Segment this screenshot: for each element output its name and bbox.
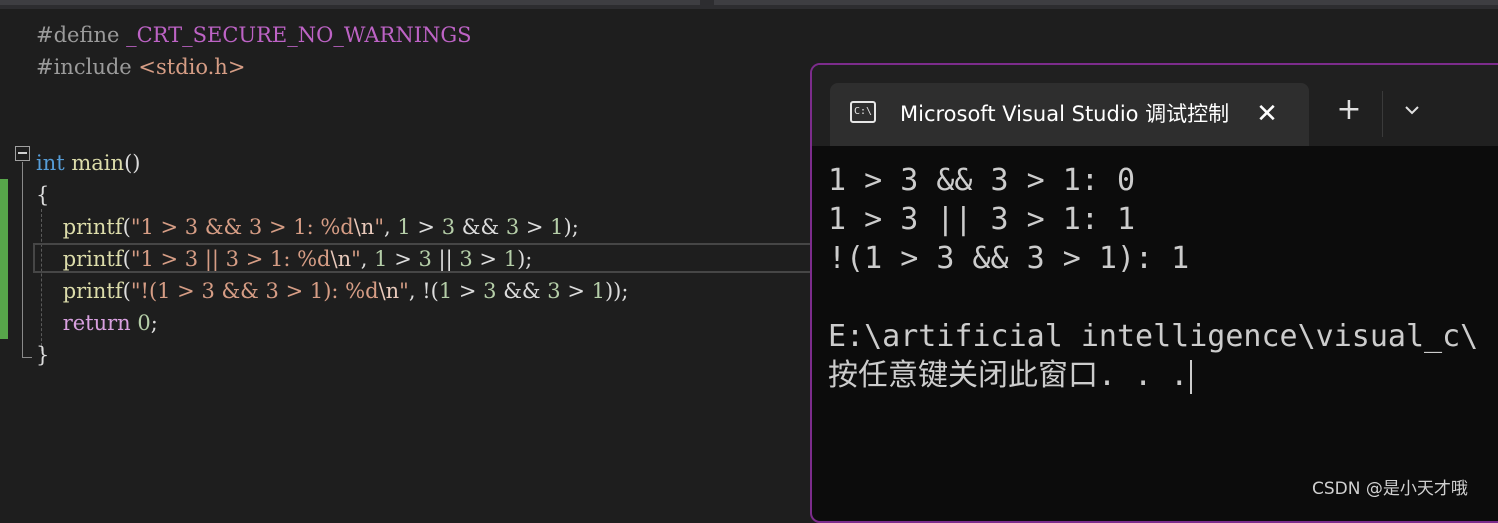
code-token: 0 bbox=[137, 311, 151, 335]
change-indicator-bar bbox=[0, 179, 8, 339]
code-token: && bbox=[455, 215, 506, 239]
console-tab-title: Microsoft Visual Studio 调试控制台 bbox=[900, 102, 1230, 126]
new-tab-button[interactable]: + bbox=[1334, 95, 1364, 125]
code-token: () bbox=[124, 151, 141, 175]
terminal-icon: C:\ bbox=[850, 101, 876, 123]
console-path-line: E:\artificial intelligence\visual_c\ bbox=[828, 319, 1479, 354]
code-token: || bbox=[431, 247, 460, 271]
chevron-down-icon[interactable] bbox=[1402, 100, 1422, 120]
code-token: ( bbox=[122, 215, 131, 239]
console-titlebar: C:\ Microsoft Visual Studio 调试控制台 ✕ + bbox=[812, 65, 1498, 146]
console-output-line: 1 > 3 && 3 > 1: 0 bbox=[828, 163, 1136, 198]
code-line: printf("!(1 > 3 && 3 > 1): %d\n", !(1 > … bbox=[36, 275, 629, 307]
code-token: #include bbox=[36, 55, 139, 79]
code-token: 3 bbox=[441, 215, 456, 239]
code-token: ( bbox=[122, 279, 131, 303]
code-token: printf bbox=[62, 279, 123, 303]
code-editor[interactable]: #define _CRT_SECURE_NO_WARNINGS #include … bbox=[0, 9, 813, 507]
code-token: ); bbox=[517, 247, 533, 271]
top-tab-strip bbox=[0, 0, 1498, 9]
code-token: printf bbox=[62, 247, 123, 271]
code-token: int bbox=[36, 151, 65, 175]
code-token: } bbox=[36, 343, 50, 367]
code-token: "!(1 > 3 && 3 > 1): %d bbox=[130, 279, 379, 303]
code-token: "1 > 3 || 3 > 1: %d bbox=[130, 247, 331, 271]
console-prompt-line: 按任意键关闭此窗口. . . bbox=[828, 357, 1193, 395]
code-token: 1 bbox=[550, 215, 564, 239]
console-prompt-text: 按任意键关闭此窗口. . . bbox=[828, 358, 1189, 393]
collapse-toggle-icon[interactable] bbox=[15, 146, 30, 161]
code-line: #define _CRT_SECURE_NO_WARNINGS bbox=[36, 19, 472, 51]
code-token: ( bbox=[122, 247, 131, 271]
code-line: return 0; bbox=[36, 307, 158, 339]
code-token: 3 bbox=[505, 215, 520, 239]
code-token: 1 bbox=[591, 279, 605, 303]
close-icon[interactable]: ✕ bbox=[1253, 100, 1281, 128]
code-line: printf("1 > 3 && 3 > 1: %d\n", 1 > 3 && … bbox=[36, 211, 579, 243]
code-token: <stdio.h> bbox=[138, 55, 246, 79]
watermark: CSDN @是小天才哦 bbox=[1312, 479, 1468, 499]
code-token: _CRT_SECURE_NO_WARNINGS bbox=[126, 23, 472, 47]
code-token: 1 bbox=[374, 247, 388, 271]
code-line: { bbox=[36, 179, 49, 211]
editor-tab-strip bbox=[0, 0, 700, 5]
console-window[interactable]: C:\ Microsoft Visual Studio 调试控制台 ✕ + 1 … bbox=[810, 63, 1498, 523]
code-line: #include <stdio.h> bbox=[36, 51, 245, 83]
code-token: , !( bbox=[408, 279, 439, 303]
secondary-tab-strip bbox=[714, 0, 1498, 5]
code-token: ; bbox=[150, 311, 158, 335]
console-output-line: 1 > 3 || 3 > 1: 1 bbox=[828, 202, 1136, 237]
code-token: > bbox=[387, 247, 419, 271]
code-token: 1 bbox=[503, 247, 518, 271]
code-token: 3 bbox=[547, 279, 561, 303]
code-token: > bbox=[410, 215, 442, 239]
code-token: > bbox=[472, 247, 504, 271]
text-cursor bbox=[1190, 359, 1193, 394]
code-token: 3 bbox=[418, 247, 432, 271]
code-token: 1 bbox=[438, 279, 453, 303]
fold-guide-end bbox=[22, 357, 32, 358]
code-token: main bbox=[71, 151, 125, 175]
code-token: printf bbox=[62, 215, 123, 239]
code-token: "1 > 3 && 3 > 1: %d bbox=[130, 215, 354, 239]
code-token: )); bbox=[604, 279, 629, 303]
code-token: 1 bbox=[397, 215, 411, 239]
code-token: #define bbox=[36, 23, 127, 47]
code-token: \n bbox=[353, 215, 375, 239]
fold-guide-line bbox=[22, 162, 23, 357]
code-token: 3 bbox=[483, 279, 497, 303]
code-token: , bbox=[384, 215, 398, 239]
console-tab[interactable]: C:\ Microsoft Visual Studio 调试控制台 ✕ bbox=[830, 83, 1309, 146]
console-output-line: !(1 > 3 && 3 > 1): 1 bbox=[828, 241, 1190, 276]
code-token: && bbox=[496, 279, 548, 303]
code-token: \n bbox=[330, 247, 352, 271]
code-token: return bbox=[62, 311, 131, 335]
code-token: " bbox=[399, 279, 409, 303]
terminal-icon-text: C:\ bbox=[854, 106, 873, 117]
code-token: > bbox=[452, 279, 484, 303]
code-token: " bbox=[351, 247, 361, 271]
code-token: ); bbox=[563, 215, 579, 239]
code-token: , bbox=[360, 247, 375, 271]
titlebar-divider bbox=[1382, 91, 1383, 137]
code-line: } bbox=[36, 339, 49, 371]
code-token: \n bbox=[378, 279, 400, 303]
code-line: int main() bbox=[36, 147, 140, 179]
code-line: printf("1 > 3 || 3 > 1: %d\n", 1 > 3 || … bbox=[36, 243, 533, 275]
code-token: > bbox=[560, 279, 592, 303]
code-token: > bbox=[519, 215, 551, 239]
code-token: { bbox=[36, 183, 50, 207]
code-token: " bbox=[374, 215, 385, 239]
code-token: 3 bbox=[459, 247, 473, 271]
